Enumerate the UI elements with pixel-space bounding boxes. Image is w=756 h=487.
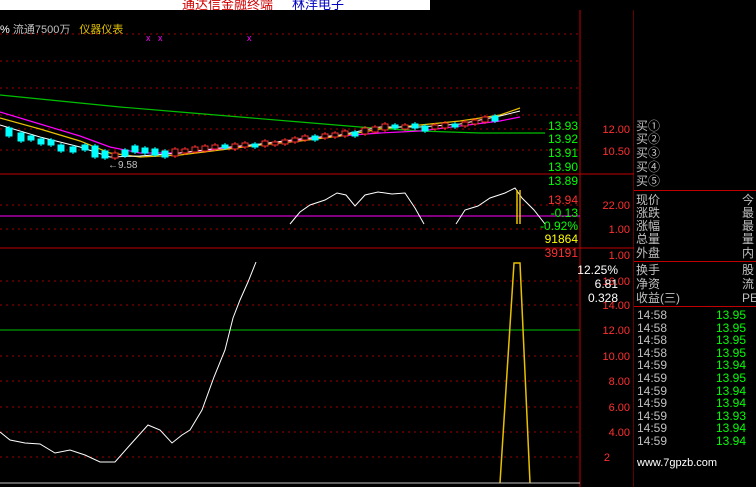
svg-text:x: x <box>158 33 163 43</box>
candle <box>291 137 299 143</box>
panel-divider <box>634 261 756 262</box>
candle <box>341 130 349 137</box>
stock-name: 林洋电子 <box>292 0 345 10</box>
svg-text:x: x <box>146 33 151 43</box>
candle <box>281 139 289 145</box>
candle <box>491 115 499 122</box>
candle <box>5 127 13 137</box>
trade-price: 13.94 <box>716 434 747 448</box>
axis-tick: 4.00 <box>609 427 630 439</box>
quote-panel: 买① 13.93 买② 13.92 买③ 13.91 买④ 13.90 买⑤ 13.89 … <box>539 119 756 448</box>
indicator-line-1 <box>289 191 425 225</box>
candle <box>421 125 429 132</box>
axis-tick: 8.00 <box>609 376 630 388</box>
candlesticks <box>5 114 499 160</box>
candle <box>301 135 309 141</box>
indicator-line-2 <box>455 187 546 225</box>
candle <box>47 139 55 146</box>
candle <box>201 145 209 152</box>
candle <box>331 132 339 138</box>
axis-tick: 6.00 <box>609 402 630 414</box>
ma60-line <box>0 94 545 134</box>
candle <box>91 145 99 158</box>
candle <box>351 131 359 137</box>
candle <box>121 149 129 157</box>
axis-tick: 1.00 <box>609 224 630 236</box>
candle <box>251 143 259 148</box>
candle <box>391 124 399 129</box>
low-price-label: ←9.58 <box>108 160 138 171</box>
candle <box>69 146 77 153</box>
app-title: 通达信金融终端 <box>182 0 274 10</box>
candle <box>141 147 149 154</box>
candle <box>431 124 439 130</box>
candle <box>441 122 449 129</box>
candle <box>151 148 159 156</box>
axis-tick: 12.00 <box>602 124 630 136</box>
candle <box>471 119 479 125</box>
candle <box>37 138 45 145</box>
candle <box>311 135 319 141</box>
candle <box>231 143 239 150</box>
candle <box>241 142 249 148</box>
candle <box>191 146 199 153</box>
svg-text:x: x <box>247 33 252 43</box>
candle <box>381 123 389 131</box>
candle <box>171 148 179 157</box>
grid-lines <box>0 33 580 458</box>
axis-tick: 10.50 <box>602 146 630 158</box>
candle <box>211 144 219 150</box>
axis-tick: 10.00 <box>602 351 630 363</box>
kline-chart[interactable]: xxx ←9.58 12.00 10.50 22.00 1.00 1.00 16… <box>0 10 634 487</box>
panel-divider <box>634 306 756 307</box>
axis-tick: 22.00 <box>602 200 630 212</box>
candle <box>57 144 65 152</box>
candle <box>361 127 369 135</box>
candle <box>181 148 189 154</box>
candle <box>221 144 229 149</box>
candle <box>27 135 35 141</box>
candle <box>411 123 419 129</box>
axis-tick: 12.00 <box>602 325 630 337</box>
candle <box>17 132 25 142</box>
candle <box>131 145 139 153</box>
panel-divider <box>634 190 756 191</box>
candle <box>101 150 109 159</box>
candle <box>481 116 489 123</box>
watermark: www.7gpzb.com <box>637 457 718 469</box>
candle <box>321 133 329 139</box>
axis-tick: 2 <box>604 452 610 464</box>
candle <box>371 126 379 133</box>
candle <box>81 144 89 151</box>
candle <box>161 150 169 158</box>
trade-time: 14:59 <box>637 434 668 448</box>
candle <box>401 124 409 130</box>
axis-tick: 1.00 <box>609 250 630 262</box>
panel-separators <box>0 10 634 487</box>
candle <box>271 141 279 146</box>
candle <box>461 121 469 127</box>
window-title-bar: 通达信金融终端 林洋电子 <box>0 0 430 10</box>
candle <box>451 123 459 128</box>
candle <box>111 152 119 159</box>
volume-spike <box>499 262 531 484</box>
candle <box>261 140 269 147</box>
